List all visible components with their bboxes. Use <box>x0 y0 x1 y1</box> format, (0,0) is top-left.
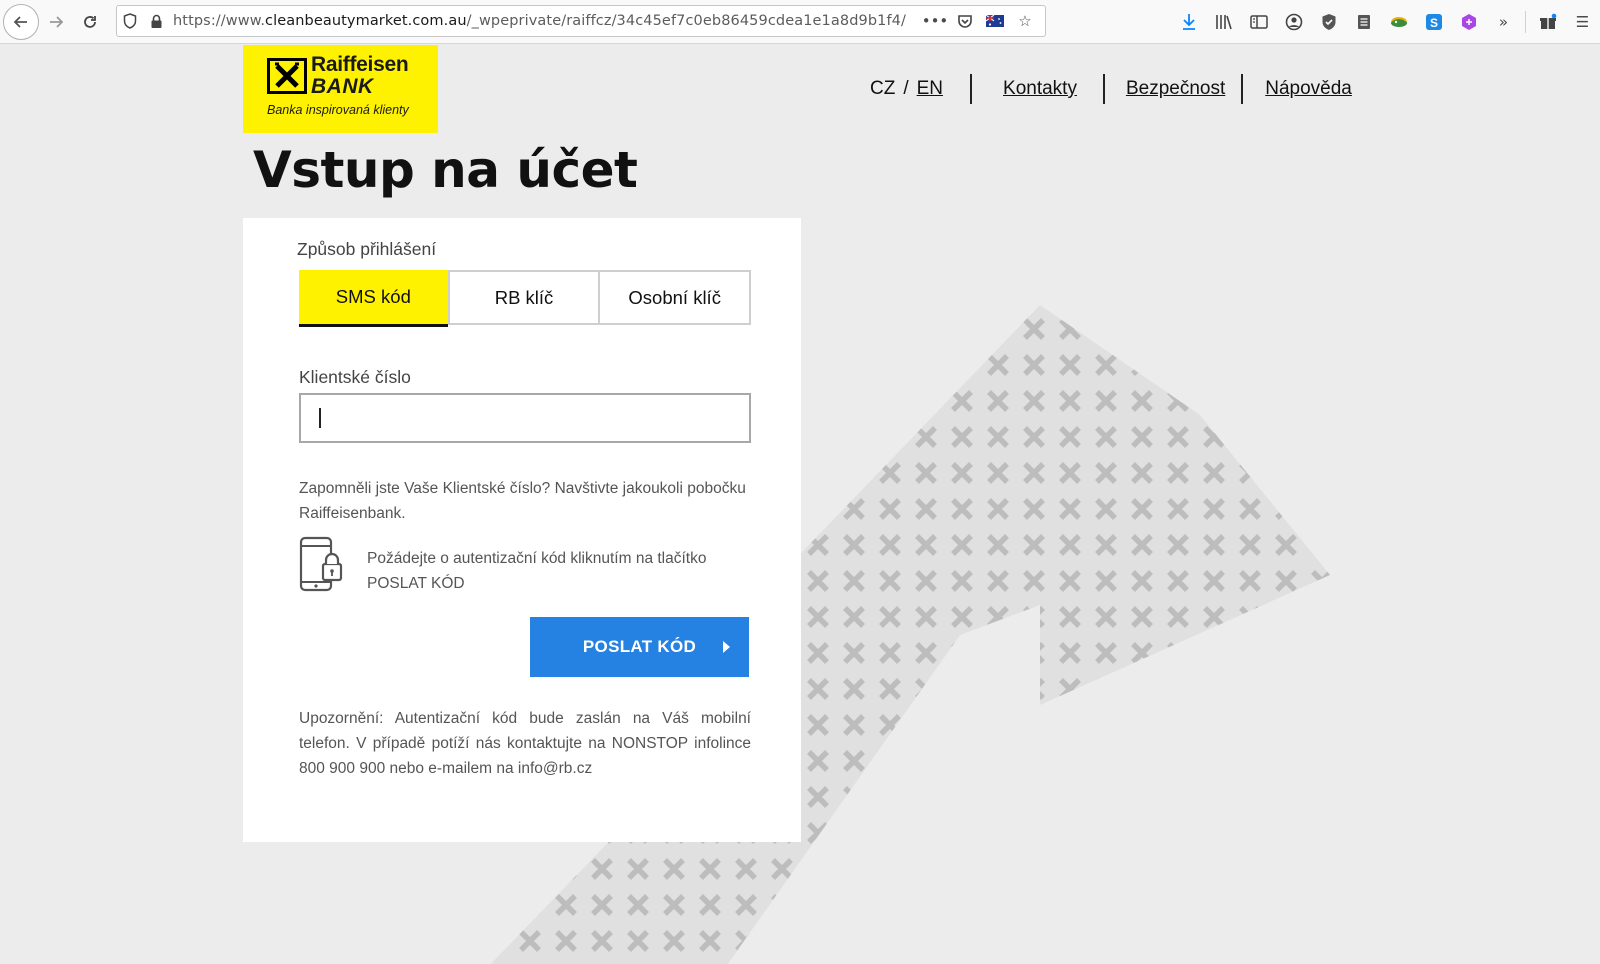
sidebar-icon[interactable] <box>1241 6 1276 38</box>
nav-link-napoveda[interactable]: Nápověda <box>1243 78 1378 100</box>
page-title: Vstup na účet <box>253 141 638 199</box>
library-icon[interactable] <box>1206 6 1241 38</box>
url-text[interactable]: https://www.cleanbeautymarket.com.au/_wp… <box>169 13 923 29</box>
nav-link-bezpecnost[interactable]: Bezpečnost <box>1105 78 1241 100</box>
client-number-input[interactable] <box>299 393 751 443</box>
arrow-right-icon <box>723 641 730 653</box>
login-method-label: Způsob přihlášení <box>297 239 437 259</box>
whats-new-icon[interactable] <box>1530 6 1565 38</box>
url-prefix: https://www. <box>173 13 266 29</box>
nav-link-kontakty[interactable]: Kontakty <box>972 78 1103 100</box>
url-host: cleanbeautymarket.com.au <box>265 13 467 29</box>
browser-toolbar: https://www.cleanbeautymarket.com.au/_wp… <box>0 0 1600 44</box>
phone-lock-icon <box>299 536 343 592</box>
account-icon[interactable] <box>1276 6 1311 38</box>
login-method-tabs: SMS kód RB klíč Osobní klíč <box>299 270 751 327</box>
back-icon[interactable] <box>3 3 39 40</box>
logo-tagline: Banka inspirovaná klienty <box>267 103 409 117</box>
tab-osobni-klic[interactable]: Osobní klíč <box>598 272 750 323</box>
download-icon[interactable] <box>1171 6 1206 38</box>
client-number-label: Klientské číslo <box>299 367 411 387</box>
shield-extension-icon[interactable] <box>1311 6 1346 38</box>
reader-icon[interactable] <box>1346 6 1381 38</box>
lang-separator: / <box>903 78 909 99</box>
tracking-shield-icon[interactable] <box>117 6 143 36</box>
raiffeisen-logo[interactable]: Raiffeisen BANK Banka inspirovaná klient… <box>243 45 438 133</box>
lock-icon[interactable] <box>143 6 169 36</box>
s-extension-icon[interactable]: S <box>1416 6 1451 38</box>
svg-text:S: S <box>1430 16 1438 30</box>
hamburger-menu-icon[interactable]: ☰ <box>1565 6 1600 38</box>
lang-cz[interactable]: CZ <box>870 78 895 100</box>
reload-icon[interactable] <box>73 5 107 39</box>
tab-sms-kod[interactable]: SMS kód <box>299 270 448 327</box>
pocket-icon[interactable] <box>953 9 977 33</box>
overflow-chevron-icon[interactable]: » <box>1486 6 1521 38</box>
flag-icon[interactable] <box>983 9 1007 33</box>
extension-icon[interactable] <box>1381 6 1416 38</box>
login-card: Způsob přihlášení SMS kód RB klíč Osobní… <box>243 218 801 842</box>
send-code-button[interactable]: POSLAT KÓD <box>530 617 749 677</box>
lang-en[interactable]: EN <box>917 78 943 100</box>
logo-name-line2: BANK <box>311 75 374 98</box>
logo-name-line1: Raiffeisen <box>311 53 409 76</box>
page: Raiffeisen BANK Banka inspirovaná klient… <box>0 45 1600 964</box>
send-code-label: POSLAT KÓD <box>582 637 697 656</box>
raiffeisen-cross-icon <box>267 58 307 94</box>
puzzle-extension-icon[interactable] <box>1451 6 1486 38</box>
top-navigation: CZ / EN Kontakty Bezpečnost Nápověda <box>870 74 1378 104</box>
forward-icon[interactable] <box>39 5 73 39</box>
bookmark-star-icon[interactable]: ☆ <box>1013 9 1037 33</box>
url-path: /_wpeprivate/raiffcz/34c45ef7c0eb86459cd… <box>466 13 906 29</box>
language-switcher: CZ / EN <box>870 78 970 100</box>
address-bar[interactable]: https://www.cleanbeautymarket.com.au/_wp… <box>116 5 1046 37</box>
request-code-text: Požádejte o autentizační kód kliknutím n… <box>367 550 707 592</box>
notice-text: Upozornění: Autentizační kód bude zaslán… <box>299 710 751 777</box>
text-caret <box>319 408 321 428</box>
more-actions-icon[interactable]: ••• <box>922 9 949 33</box>
forgot-client-number-text: Zapomněli jste Vaše Klientské číslo? Nav… <box>299 480 746 522</box>
tab-rb-klic[interactable]: RB klíč <box>447 272 599 323</box>
